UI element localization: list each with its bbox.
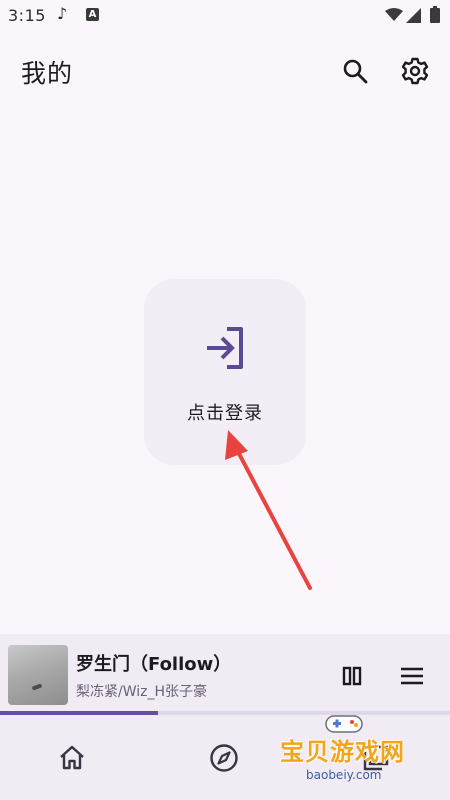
queue-button[interactable]: [398, 662, 426, 690]
nav-home[interactable]: [56, 742, 88, 774]
battery-icon: [430, 6, 440, 23]
status-bar: 3:15 ♪ A: [0, 0, 450, 32]
music-note-icon: ♪: [57, 4, 68, 23]
watermark-text: 宝贝游戏网: [280, 738, 405, 766]
status-time: 3:15: [8, 6, 46, 25]
album-art[interactable]: [8, 645, 68, 705]
queue-icon: [401, 667, 423, 685]
pause-icon: [342, 666, 362, 686]
pause-button[interactable]: [338, 662, 366, 690]
explore-compass-icon: [210, 744, 238, 772]
search-icon: [343, 59, 368, 84]
login-label: 点击登录: [187, 403, 263, 424]
screen: 3:15 ♪ A 我的 点击登录 罗生门（Follow） 梨冻紧/Wiz_H张子…: [0, 0, 450, 800]
text-a-icon: A: [86, 8, 99, 21]
settings-button[interactable]: [399, 55, 431, 87]
login-card[interactable]: 点击登录: [144, 279, 306, 465]
nav-explore[interactable]: [208, 742, 240, 774]
mini-player[interactable]: 罗生门（Follow） 梨冻紧/Wiz_H张子豪: [0, 634, 450, 716]
wifi-icon: [385, 8, 403, 21]
song-title: 罗生门（Follow）: [76, 654, 232, 675]
settings-gear-icon: [401, 57, 429, 85]
song-artist: 梨冻紧/Wiz_H张子豪: [76, 684, 208, 700]
login-arrow-icon: [207, 327, 243, 369]
watermark: 宝贝游戏网 baobeiy.com: [272, 712, 422, 790]
page-title: 我的: [21, 59, 74, 88]
signal-icon: [406, 8, 421, 23]
progress-fill: [0, 711, 158, 715]
watermark-url: baobeiy.com: [306, 768, 382, 782]
home-icon: [60, 745, 84, 770]
search-button[interactable]: [340, 56, 370, 86]
